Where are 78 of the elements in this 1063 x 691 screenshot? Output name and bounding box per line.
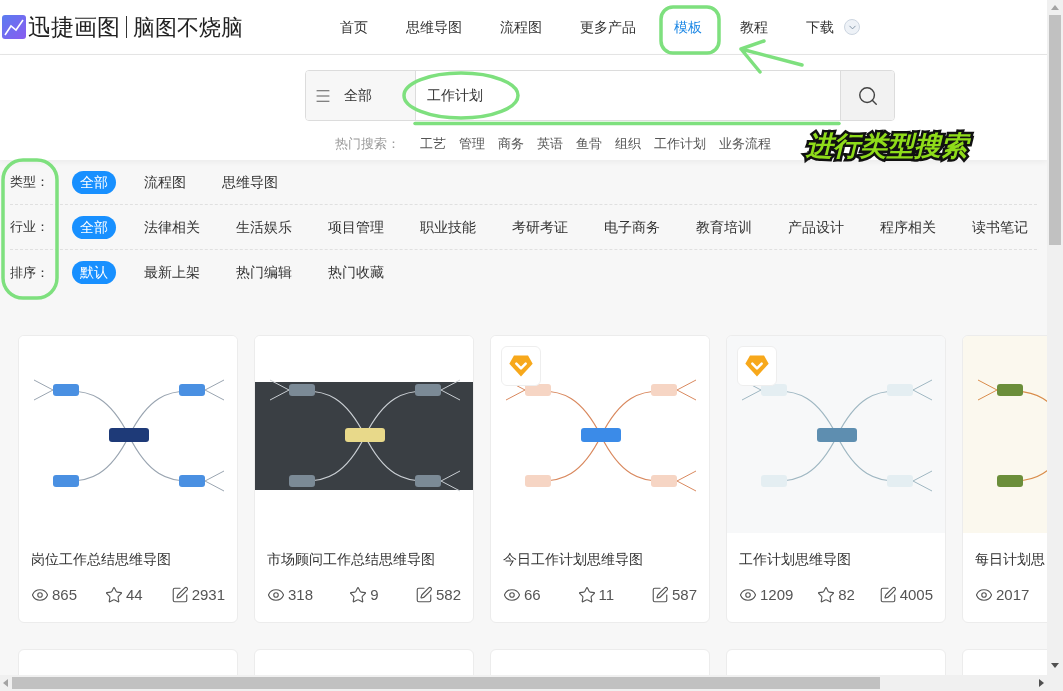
- star-icon[interactable]: [577, 586, 596, 605]
- search-scope-dropdown[interactable]: 全部: [306, 71, 416, 120]
- filter-option[interactable]: 电子商务: [596, 215, 668, 239]
- filter-option[interactable]: 热门收藏: [320, 261, 392, 284]
- filter-option[interactable]: 最新上架: [136, 261, 208, 284]
- view-count: 66: [524, 585, 541, 605]
- card-title: 今日工作计划思维导图: [502, 550, 644, 569]
- highlight-ring: [659, 5, 721, 55]
- star-icon[interactable]: [105, 586, 123, 605]
- hot-search-link[interactable]: 业务流程: [719, 134, 771, 154]
- hot-search-link[interactable]: 商务: [498, 134, 524, 154]
- filter-option[interactable]: 项目管理: [320, 215, 392, 239]
- template-card[interactable]: 岗位工作总结思维导图 865 44 2931: [18, 335, 238, 623]
- chevron-down-icon: [844, 19, 860, 35]
- filter-option[interactable]: 教育培训: [688, 215, 760, 239]
- scroll-up-icon[interactable]: [1051, 5, 1059, 10]
- nav-link[interactable]: 更多产品: [580, 16, 636, 38]
- nav-dropdown[interactable]: 下载: [806, 16, 860, 38]
- nav-link[interactable]: 模板: [674, 16, 702, 38]
- edit-count: 2931: [191, 585, 225, 605]
- brand-slogan: 脑图不烧脑: [133, 13, 243, 42]
- search-button[interactable]: [840, 71, 894, 120]
- filter-option[interactable]: 程序相关: [872, 215, 944, 239]
- star-icon[interactable]: [817, 586, 836, 605]
- hot-search-label: 热门搜索：: [335, 135, 400, 153]
- favorite-count: 9: [370, 585, 379, 605]
- favorite-count: 11: [598, 585, 615, 605]
- nav-link[interactable]: 首页: [340, 16, 368, 38]
- template-card[interactable]: 每日计划思 2017: [962, 335, 1047, 623]
- hot-search-link[interactable]: 组织: [615, 134, 641, 154]
- favorite-count: 44: [126, 585, 143, 605]
- filter-label: 行业：: [10, 218, 50, 237]
- card-title: 岗位工作总结思维导图: [30, 550, 172, 569]
- scrollbar-thumb[interactable]: [12, 677, 880, 689]
- hot-search-link[interactable]: 英语: [537, 134, 563, 154]
- card-title: 市场顾问工作总结思维导图: [266, 550, 436, 569]
- favorite-count: 82: [838, 585, 855, 605]
- edit-count: 4005: [899, 585, 933, 605]
- filter-option[interactable]: 产品设计: [780, 215, 852, 239]
- hot-search-link[interactable]: 工艺: [420, 134, 446, 154]
- hot-search-link[interactable]: 工作计划: [654, 134, 706, 154]
- edit-icon[interactable]: [414, 586, 433, 605]
- filter-option[interactable]: 流程图: [136, 170, 194, 194]
- brand-name: 迅捷画图: [28, 12, 120, 42]
- filter-option[interactable]: 职业技能: [412, 215, 484, 239]
- filter-option[interactable]: 生活娱乐: [228, 215, 300, 239]
- filter-option[interactable]: 考研考证: [504, 215, 576, 239]
- star-icon[interactable]: [349, 586, 368, 605]
- filter-option[interactable]: 读书笔记: [964, 215, 1036, 239]
- search-icon: [856, 84, 879, 107]
- scrollbar-thumb[interactable]: [1049, 15, 1061, 245]
- nav-link[interactable]: 思维导图: [406, 16, 462, 38]
- card-title: 工作计划思维导图: [738, 550, 852, 569]
- template-card[interactable]: 工作计划思维导图 1209 82 4005: [726, 335, 946, 623]
- card-title: 每日计划思: [974, 550, 1046, 569]
- filter-label: 排序：: [10, 263, 50, 282]
- horizontal-scrollbar[interactable]: [0, 675, 1047, 691]
- view-count: 2017: [996, 585, 1030, 605]
- edit-count: 582: [435, 585, 461, 605]
- hot-search-link[interactable]: 鱼骨: [576, 134, 602, 154]
- view-count: 865: [52, 585, 78, 605]
- scroll-down-icon[interactable]: [1051, 663, 1059, 668]
- edit-icon[interactable]: [878, 586, 897, 605]
- vertical-scrollbar[interactable]: [1047, 0, 1063, 691]
- filter-option[interactable]: 思维导图: [214, 170, 286, 194]
- view-count: 318: [288, 585, 314, 605]
- nav-link[interactable]: 流程图: [500, 16, 542, 38]
- view-count: 1209: [760, 585, 794, 605]
- template-card[interactable]: 今日工作计划思维导图 66 11 587: [490, 335, 710, 623]
- edit-icon[interactable]: [650, 586, 669, 605]
- nav-link[interactable]: 教程: [740, 16, 768, 38]
- hot-search-link[interactable]: 管理: [459, 134, 485, 154]
- filter-option[interactable]: 法律相关: [136, 215, 208, 239]
- template-card[interactable]: 市场顾问工作总结思维导图 318 9 582: [254, 335, 474, 623]
- filter-label: 类型：: [10, 173, 50, 192]
- filter-option[interactable]: 热门编辑: [228, 261, 300, 284]
- edit-count: 587: [671, 585, 697, 605]
- edit-icon[interactable]: [170, 586, 189, 605]
